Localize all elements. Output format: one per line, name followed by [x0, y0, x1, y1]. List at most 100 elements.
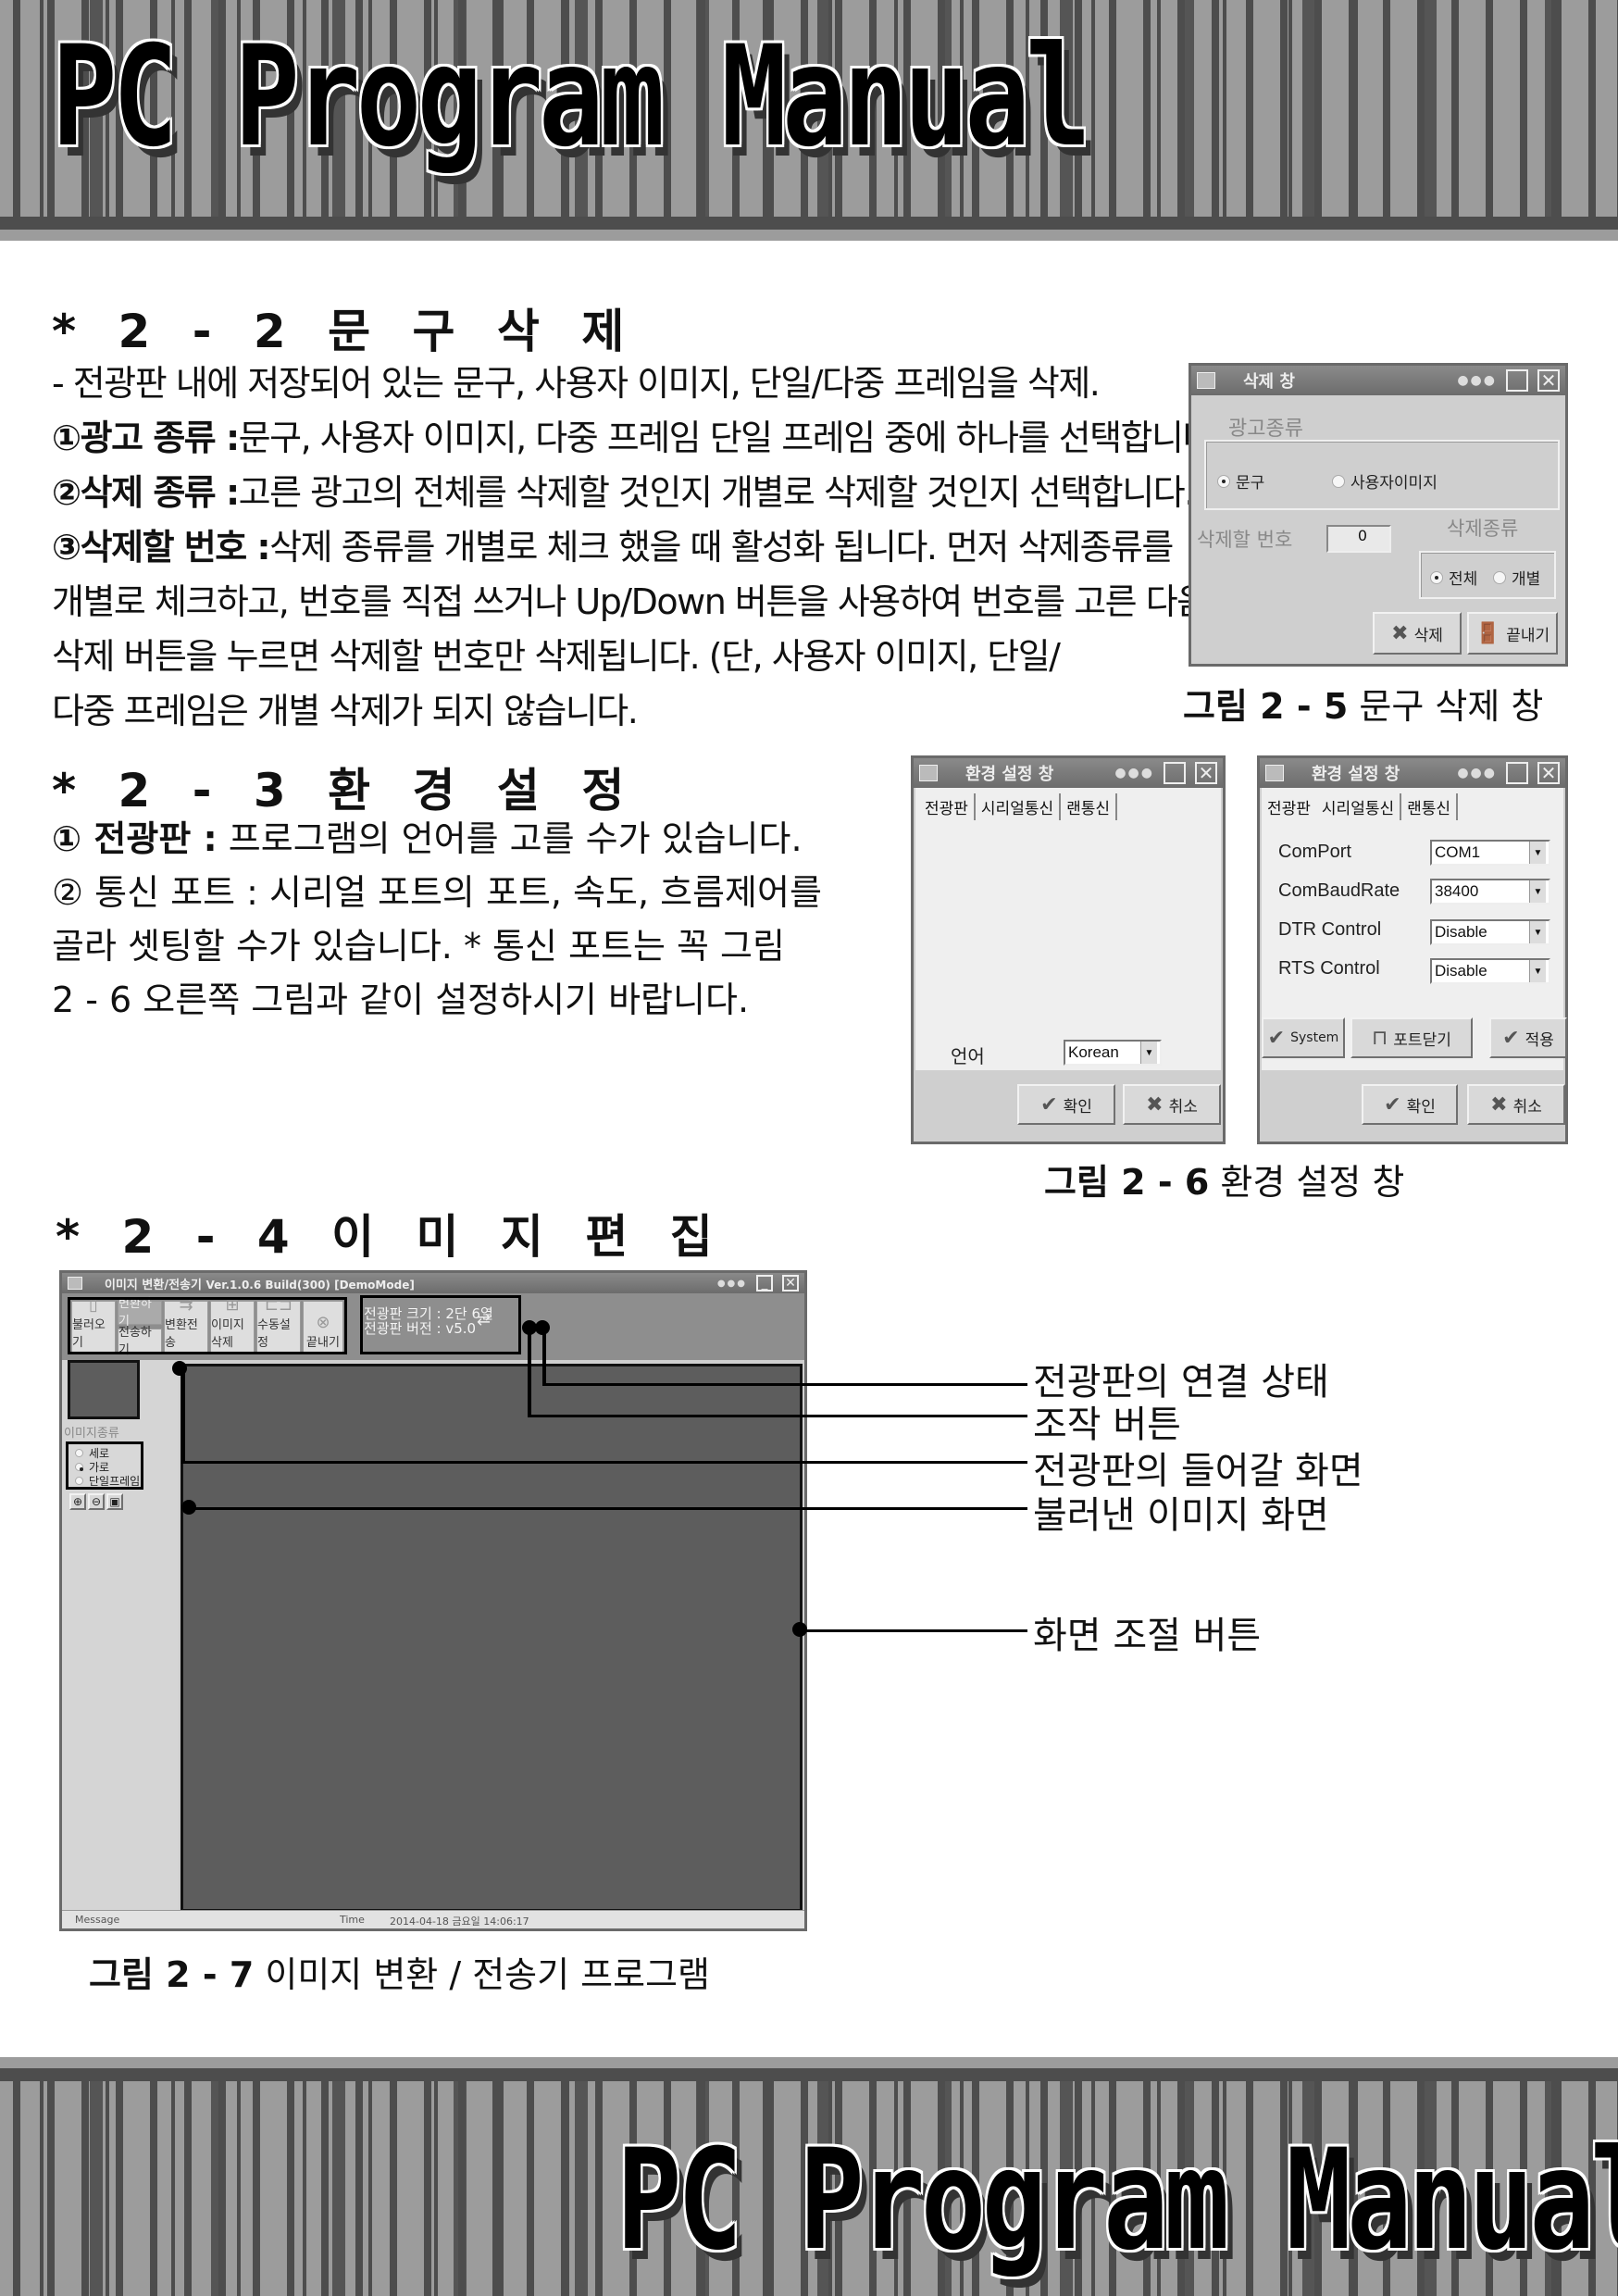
fit-screen-button[interactable]: ▣ — [106, 1493, 123, 1510]
section-2-3-item: ① 전광판 : 프로그램의 언어를 고를 수가 있습니다. — [52, 811, 803, 867]
tab-lan[interactable]: 랜통신 — [1061, 793, 1118, 820]
tab-board[interactable]: 전광판 — [919, 793, 976, 820]
rts-label: RTS Control — [1278, 958, 1380, 979]
banner-title: PC Program Manual — [616, 2120, 1618, 2281]
close-port-button[interactable]: ⊓ 포트닫기 — [1350, 1017, 1473, 1058]
section-2-2-intro: - 전광판 내에 저장되어 있는 문구, 사용자 이미지, 단일/다중 프레임을… — [52, 363, 1101, 404]
callout-connector — [185, 1507, 1027, 1510]
figure-caption-text: 문구 삭제 창 — [1359, 686, 1544, 727]
chevron-down-icon: ▼ — [1529, 960, 1546, 982]
zoom-in-button[interactable]: ⊕ — [69, 1493, 86, 1510]
baudrate-label: ComBaudRate — [1278, 880, 1400, 901]
tab-bar: 전광판 시리얼통신 랜통신 — [919, 793, 1118, 820]
radio-unselected-icon — [75, 1449, 83, 1457]
delete-type-radio-all[interactable]: 전체 — [1430, 566, 1477, 589]
cancel-button[interactable]: ✖ 취소 — [1123, 1084, 1221, 1125]
radio-unselected-icon — [1493, 570, 1506, 584]
app-icon — [919, 765, 938, 781]
exit-button[interactable]: 🚪 끝내기 — [1467, 612, 1558, 655]
comport-select[interactable]: COM1 ▼ — [1430, 840, 1550, 866]
button-label: 포트닫기 — [1393, 1030, 1451, 1050]
zoom-out-button[interactable]: ⊖ — [88, 1493, 105, 1510]
ad-type-radio-phrase[interactable]: 문구 — [1217, 469, 1264, 493]
rts-select[interactable]: Disable ▼ — [1430, 958, 1550, 984]
ad-type-radio-user-image[interactable]: 사용자이미지 — [1332, 469, 1438, 493]
minimize-button[interactable]: _ — [1506, 762, 1528, 784]
minimize-button[interactable]: _ — [1506, 369, 1528, 392]
tab-lan[interactable]: 랜통신 — [1401, 793, 1459, 820]
radio-label: 문구 — [1236, 474, 1265, 493]
section-2-2-item: ②삭제 종류 :고른 광고의 전체를 삭제할 것인지 개별로 삭제할 것인지 선… — [52, 465, 1196, 520]
status-dots-icon: ●●● — [716, 1278, 747, 1289]
header-banner: PC Program Manual — [0, 0, 1618, 243]
minimize-button[interactable]: _ — [1164, 762, 1186, 784]
callout-bullet — [535, 1320, 550, 1335]
minimize-button[interactable]: _ — [756, 1275, 773, 1292]
close-button[interactable]: ✕ — [1195, 762, 1217, 784]
status-dots-icon: ●●● — [1457, 373, 1497, 388]
check-icon: ✔ — [1267, 1026, 1286, 1050]
x-icon: ✖ — [1490, 1092, 1508, 1117]
apply-button[interactable]: ✔ 적용 — [1489, 1017, 1567, 1058]
tab-serial[interactable]: 시리얼통신 — [976, 793, 1062, 820]
button-label: 확인 — [1406, 1097, 1436, 1117]
loaded-image-preview — [68, 1360, 140, 1419]
radio-unselected-icon — [1332, 474, 1345, 488]
ok-button[interactable]: ✔ 확인 — [1017, 1084, 1115, 1125]
item-label: ① 전광판 : — [52, 818, 218, 859]
tab-serial[interactable]: 시리얼통신 — [1315, 793, 1402, 820]
ok-button[interactable]: ✔ 확인 — [1362, 1084, 1458, 1125]
tab-bar: 전광판 시리얼통신 랜통신 — [1262, 793, 1459, 820]
close-button[interactable]: ✕ — [1537, 762, 1560, 784]
language-select[interactable]: Korean ▼ — [1064, 1040, 1162, 1066]
window-titlebar: 환경 설정 창 ●●● _ ✕ — [1260, 758, 1565, 788]
window-titlebar: 삭제 창 ●●● _ ✕ — [1191, 366, 1565, 395]
delete-button[interactable]: ✖ 삭제 — [1373, 612, 1462, 655]
item-text: 고른 광고의 전체를 삭제할 것인지 개별로 삭제할 것인지 선택합니다. — [238, 472, 1196, 513]
figure-caption-text: 환경 설정 창 — [1220, 1162, 1405, 1203]
control-buttons-highlight — [68, 1297, 347, 1354]
callout-connector — [798, 1629, 1027, 1632]
image-type-label: 이미지종류 — [64, 1427, 119, 1441]
figure-label: 그림 2 - 7 — [89, 1954, 255, 1995]
chevron-down-icon: ▼ — [1140, 1042, 1157, 1064]
image-type-radio-single-frame[interactable]: 단일프레임 — [75, 1473, 140, 1489]
delete-number-spinner[interactable]: 0 — [1326, 525, 1391, 553]
callout-connector — [528, 1415, 1027, 1417]
x-icon: ✖ — [1391, 621, 1409, 645]
baudrate-select[interactable]: 38400 ▼ — [1430, 879, 1550, 905]
callout-connector — [542, 1328, 546, 1385]
figure-caption-text: 이미지 변환 / 전송기 프로그램 — [265, 1954, 710, 1995]
zoom-in-icon: ⊕ — [72, 1495, 83, 1508]
footer-banner: PC Program Manual — [0, 2057, 1618, 2296]
button-label: 확인 — [1063, 1097, 1092, 1117]
banner-band — [0, 230, 1618, 241]
callout-bullet — [172, 1361, 187, 1376]
radio-unselected-icon — [75, 1477, 83, 1485]
banner-band — [0, 2057, 1618, 2068]
system-button[interactable]: ✔ System — [1262, 1017, 1345, 1058]
callout-connector — [528, 1328, 531, 1416]
status-time-value: 2014-04-18 금요일 14:06:17 — [390, 1915, 529, 1928]
tab-board[interactable]: 전광판 — [1262, 793, 1316, 820]
callout-screen-adjust: 화면 조절 버튼 — [1033, 1615, 1262, 1657]
item-text: 문구, 사용자 이미지, 다중 프레임 단일 프레임 중에 하나를 선택합니다. — [238, 418, 1225, 458]
cancel-button[interactable]: ✖ 취소 — [1467, 1084, 1565, 1125]
section-heading-2-2: * 2 - 2 문 구 삭 제 — [52, 305, 638, 358]
section-2-3-text: 2 - 6 오른쪽 그림과 같이 설정하시기 바랍니다. — [52, 980, 750, 1020]
close-button[interactable]: ✕ — [782, 1275, 799, 1292]
select-value: Disable — [1435, 923, 1487, 941]
spinner-value: 0 — [1357, 527, 1367, 544]
window-title: 삭제 창 — [1243, 372, 1295, 392]
exit-door-icon: 🚪 — [1475, 621, 1501, 645]
close-button[interactable]: ✕ — [1537, 369, 1560, 392]
callout-connector — [542, 1383, 1027, 1386]
x-icon: ✖ — [1146, 1092, 1164, 1117]
radio-label: 개별 — [1512, 570, 1541, 589]
app-icon — [68, 1277, 82, 1290]
dtr-select[interactable]: Disable ▼ — [1430, 919, 1550, 945]
radio-label: 전체 — [1449, 570, 1478, 589]
section-2-2-text: 다중 프레임은 개별 삭제가 되지 않습니다. — [52, 691, 639, 731]
select-value: COM1 — [1435, 843, 1481, 861]
delete-type-radio-individual[interactable]: 개별 — [1493, 566, 1540, 589]
